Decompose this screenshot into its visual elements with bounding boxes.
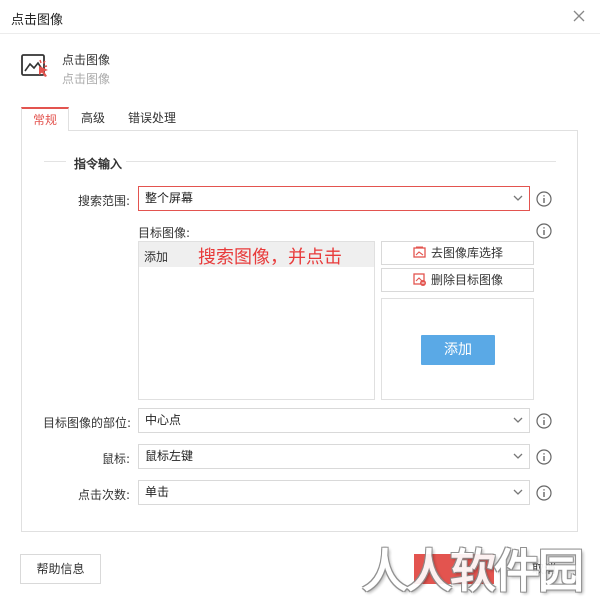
section-divider-right bbox=[126, 161, 556, 162]
help-button[interactable]: 帮助信息 bbox=[20, 554, 101, 584]
image-part-select[interactable]: 中心点 bbox=[138, 408, 530, 433]
tab-general[interactable]: 常规 bbox=[21, 107, 69, 131]
tab-advanced[interactable]: 高级 bbox=[74, 107, 112, 131]
section-title: 指令输入 bbox=[70, 155, 127, 172]
click-count-select[interactable]: 单击 bbox=[138, 480, 530, 505]
target-image-info-icon[interactable] bbox=[536, 223, 552, 239]
search-range-value: 整个屏幕 bbox=[145, 191, 194, 205]
chevron-down-icon bbox=[513, 195, 523, 201]
search-range-label: 搜索范围: bbox=[77, 194, 130, 208]
list-item-label: 添加 bbox=[144, 250, 169, 264]
mouse-value: 鼠标左键 bbox=[145, 449, 194, 463]
chevron-down-icon bbox=[513, 489, 523, 495]
mouse-select[interactable]: 鼠标左键 bbox=[138, 444, 530, 469]
mouse-label: 鼠标: bbox=[101, 452, 130, 466]
tab-error-handling[interactable]: 错误处理 bbox=[120, 107, 184, 131]
target-image-label: 目标图像: bbox=[138, 226, 191, 240]
select-from-library-button[interactable]: 去图像库选择 bbox=[381, 241, 534, 265]
click-image-icon bbox=[20, 51, 52, 81]
add-image-button[interactable]: 添加 bbox=[421, 335, 495, 365]
header-title: 点击图像 bbox=[62, 53, 111, 67]
chevron-down-icon bbox=[513, 417, 523, 423]
image-part-value: 中心点 bbox=[145, 413, 182, 427]
header-subtitle: 点击图像 bbox=[62, 72, 111, 86]
window-title: 点击图像 bbox=[11, 13, 64, 28]
delete-target-image-label: 删除目标图像 bbox=[431, 273, 504, 287]
click-count-info-icon[interactable] bbox=[536, 485, 552, 501]
close-icon[interactable] bbox=[569, 6, 589, 26]
click-count-label: 点击次数: bbox=[77, 488, 130, 502]
image-part-info-icon[interactable] bbox=[536, 413, 552, 429]
image-part-label: 目标图像的部位: bbox=[42, 416, 131, 430]
mouse-info-icon[interactable] bbox=[536, 449, 552, 465]
click-count-value: 单击 bbox=[145, 485, 170, 499]
delete-image-icon bbox=[413, 273, 426, 286]
search-range-select[interactable]: 整个屏幕 bbox=[138, 186, 530, 211]
title-bar bbox=[0, 0, 600, 34]
image-library-icon bbox=[413, 246, 426, 258]
search-range-info-icon[interactable] bbox=[536, 191, 552, 207]
annotation-text: 搜索图像，并点击 bbox=[198, 247, 342, 268]
watermark-logo: 人人软件园 bbox=[362, 544, 584, 598]
section-divider-left bbox=[44, 161, 66, 162]
delete-target-image-button[interactable]: 删除目标图像 bbox=[381, 268, 534, 292]
select-from-library-label: 去图像库选择 bbox=[431, 246, 504, 260]
chevron-down-icon bbox=[513, 453, 523, 459]
